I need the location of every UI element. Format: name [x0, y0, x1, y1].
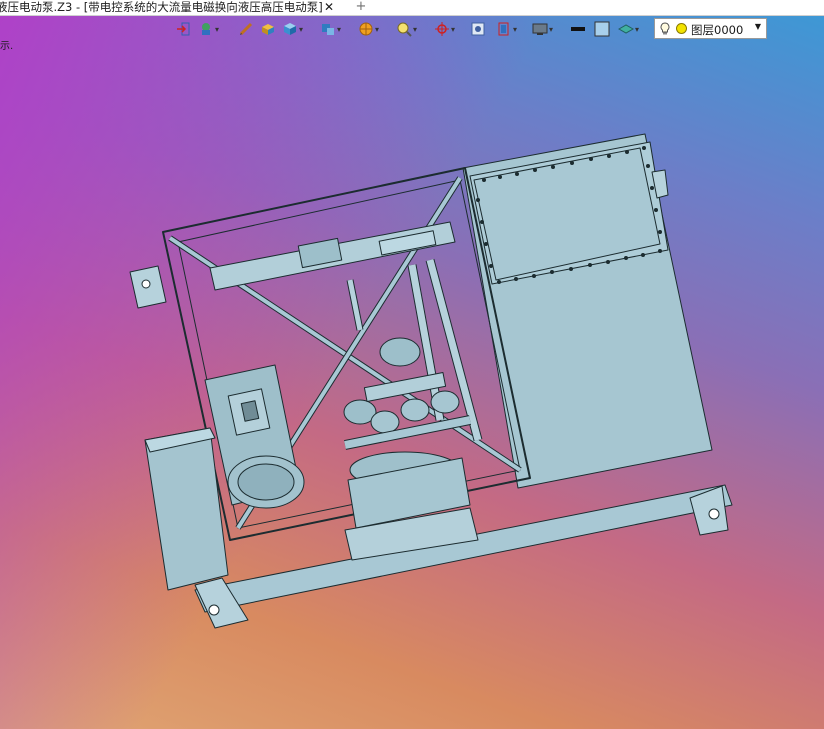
- layer-manager-button[interactable]: ▾: [618, 19, 639, 39]
- electrical-box: [144, 427, 229, 591]
- curve-tool-button[interactable]: ▾: [198, 19, 219, 39]
- close-tab-icon[interactable]: ✕: [322, 0, 336, 14]
- box-tool-button[interactable]: ▾: [282, 19, 303, 39]
- display-icon: [471, 22, 485, 36]
- document-tabbar: 液压电动泵.Z3 - [带电控系统的大流量电磁换向液压高压电动泵] ✕ +: [0, 0, 824, 16]
- solid-icon: [262, 24, 274, 35]
- shape-tool-button[interactable]: ▾: [320, 19, 341, 39]
- layer-select[interactable]: 图层0000 ▼: [654, 18, 767, 39]
- box-icon: [284, 23, 296, 35]
- exit-button[interactable]: [176, 19, 192, 39]
- bulb-icon[interactable]: [659, 22, 671, 36]
- layer-color-dot: [676, 23, 687, 34]
- line-weight-button[interactable]: [570, 19, 586, 39]
- line-style-button[interactable]: ▾: [532, 19, 553, 39]
- color-icon: [594, 21, 610, 37]
- view-icon: [397, 22, 412, 37]
- solid-tool-button[interactable]: [260, 19, 276, 39]
- layer-select-value: 图层0000: [691, 23, 744, 37]
- render-icon: [359, 22, 373, 36]
- render-tool-button[interactable]: ▾: [358, 19, 379, 39]
- snap-icon: [435, 22, 449, 36]
- layer-icon: [618, 24, 634, 34]
- snap-tool-button[interactable]: ▾: [434, 19, 455, 39]
- display-tool-button[interactable]: [470, 19, 486, 39]
- curve-icon: [202, 23, 210, 35]
- new-tab-icon[interactable]: +: [354, 0, 368, 14]
- color-button[interactable]: [594, 19, 610, 39]
- document-tab-title: 液压电动泵.Z3 - [带电控系统的大流量电磁换向液压高压电动泵]: [0, 0, 323, 14]
- line-weight-icon: [571, 27, 585, 31]
- side-hint-text: 示.: [0, 41, 14, 52]
- sketch-icon: [239, 22, 253, 36]
- shape-icon: [322, 24, 334, 35]
- hydraulic-pump-model[interactable]: [0, 0, 824, 729]
- line-style-icon: [532, 23, 548, 35]
- chevron-down-icon: ▼: [754, 22, 761, 31]
- graphics-viewport[interactable]: 示.: [0, 0, 824, 729]
- sketch-tool-button[interactable]: [238, 19, 254, 39]
- document-tab[interactable]: 液压电动泵.Z3 - [带电控系统的大流量电磁换向液压高压电动泵]: [0, 0, 340, 15]
- screen-icon: [498, 22, 509, 36]
- view-toolbar: ▾ ▾ ▾ ▾ ▾ ▾ ▾ ▾ ▾ 图层0000 ▼: [170, 17, 824, 41]
- screen-tool-button[interactable]: ▾: [496, 19, 517, 39]
- exit-icon: [177, 22, 190, 36]
- view-tool-button[interactable]: ▾: [396, 19, 417, 39]
